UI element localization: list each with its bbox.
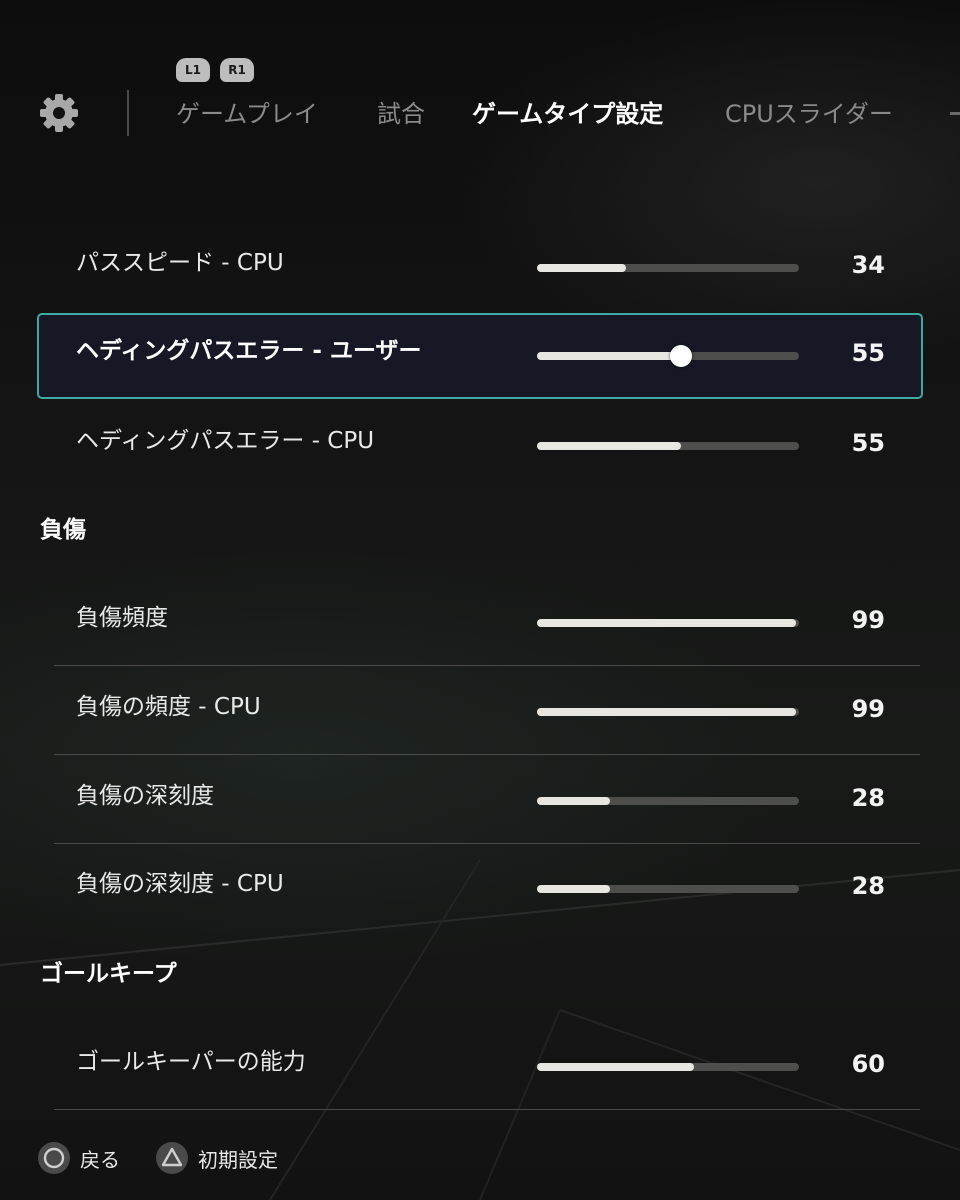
triangle-button-icon	[156, 1142, 188, 1174]
setting-label: 負傷の深刻度 - CPU	[76, 871, 284, 897]
setting-value: 28	[851, 872, 885, 900]
setting-row-heading-pass-error-user[interactable]: ヘディングパスエラー - ユーザー 55	[37, 313, 923, 399]
setting-row-heading-pass-error-cpu[interactable]: ヘディングパスエラー - CPU 55	[37, 403, 923, 489]
tab-overflow-indicator	[950, 98, 960, 130]
slider-track[interactable]	[537, 442, 799, 450]
r1-button-hint: R1	[220, 58, 254, 82]
setting-label: 負傷頻度	[76, 605, 168, 631]
setting-row-pass-speed-cpu[interactable]: パススピード - CPU 34	[37, 225, 923, 311]
tab-match[interactable]: 試合	[377, 98, 425, 130]
slider-track[interactable]	[537, 708, 799, 716]
setting-value: 99	[851, 695, 885, 723]
setting-label: ゴールキーパーの能力	[76, 1049, 306, 1075]
slider-fill	[537, 708, 797, 716]
setting-row-injury-severity-cpu[interactable]: 負傷の深刻度 - CPU 28	[37, 846, 923, 932]
l1-button-hint: L1	[176, 58, 210, 82]
section-header-injuries: 負傷	[40, 517, 86, 543]
reset-defaults-label: 初期設定	[198, 1147, 278, 1172]
row-divider	[54, 1109, 920, 1110]
setting-label: ヘディングパスエラー - CPU	[76, 428, 375, 454]
slider-knob[interactable]	[670, 345, 693, 367]
reset-defaults-button[interactable]: 初期設定	[156, 1142, 278, 1174]
setting-value: 60	[851, 1050, 885, 1078]
tab-game-type-settings[interactable]: ゲームタイプ設定	[472, 98, 663, 130]
setting-label: パススピード - CPU	[76, 250, 284, 276]
tab-cpu-sliders[interactable]: CPUスライダー	[725, 98, 893, 130]
setting-label: 負傷の深刻度	[76, 783, 214, 809]
setting-value: 99	[851, 606, 885, 634]
slider-fill	[537, 352, 682, 360]
setting-row-injury-frequency-cpu[interactable]: 負傷の頻度 - CPU 99	[37, 669, 923, 755]
setting-value: 55	[851, 429, 885, 457]
slider-fill	[537, 264, 627, 272]
settings-gear-icon[interactable]	[38, 92, 80, 134]
slider-track[interactable]	[537, 264, 799, 272]
row-divider	[54, 843, 920, 844]
slider-track[interactable]	[537, 619, 799, 627]
slider-fill	[537, 619, 797, 627]
slider-track[interactable]	[537, 797, 799, 805]
setting-row-injury-severity[interactable]: 負傷の深刻度 28	[37, 758, 923, 844]
row-divider	[54, 665, 920, 666]
setting-value: 55	[851, 339, 885, 367]
section-header-goalkeeping: ゴールキープ	[40, 961, 177, 987]
setting-label: 負傷の頻度 - CPU	[76, 694, 261, 720]
row-divider	[54, 754, 920, 755]
slider-fill	[537, 797, 611, 805]
slider-track[interactable]	[537, 345, 799, 367]
slider-fill	[537, 885, 611, 893]
back-button[interactable]: 戻る	[38, 1142, 120, 1174]
slider-track[interactable]	[537, 1063, 799, 1071]
tab-gameplay[interactable]: ゲームプレイ	[176, 98, 318, 130]
back-label: 戻る	[80, 1147, 120, 1172]
circle-button-icon	[38, 1142, 70, 1174]
slider-fill	[537, 1063, 695, 1071]
tab-divider	[127, 90, 129, 136]
setting-label: ヘディングパスエラー - ユーザー	[76, 338, 422, 364]
setting-row-injury-frequency[interactable]: 負傷頻度 99	[37, 580, 923, 666]
setting-value: 34	[851, 251, 885, 279]
setting-row-goalkeeper-ability[interactable]: ゴールキーパーの能力 60	[37, 1024, 923, 1110]
slider-fill	[537, 442, 682, 450]
slider-track[interactable]	[537, 885, 799, 893]
setting-value: 28	[851, 784, 885, 812]
